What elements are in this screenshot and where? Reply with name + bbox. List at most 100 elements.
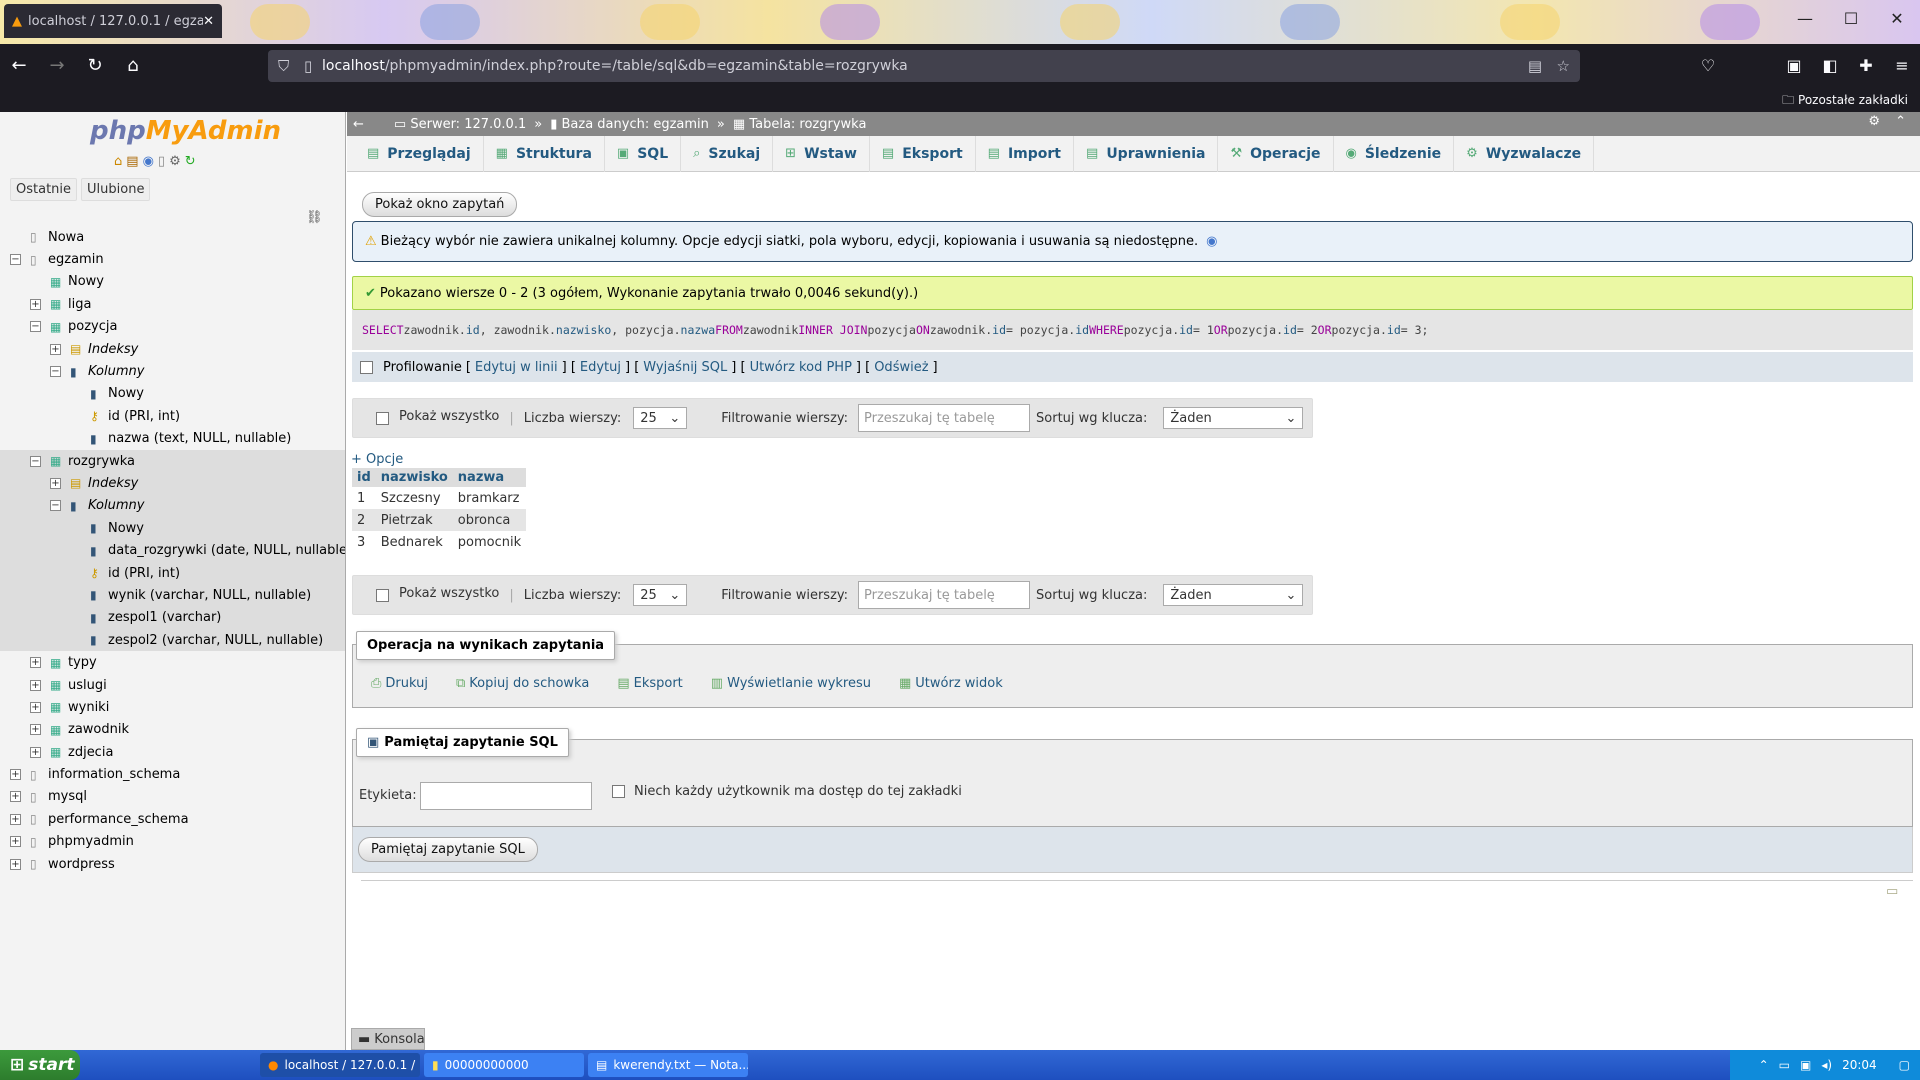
display-chart-link[interactable]: ▥ Wyświetlanie wykresu [711,676,871,691]
minimize-icon[interactable]: — [1782,0,1828,36]
tab-insert[interactable]: ⊞ Wstaw [773,135,870,172]
collapse-top-icon[interactable]: ⌃ [1895,114,1906,129]
expand-icon[interactable]: + [30,679,41,691]
tab-search[interactable]: ⌕ Szukaj [681,135,774,172]
tree-item[interactable]: ▦ Nowy [0,271,345,293]
tree-item[interactable]: ▮ zespol2 (varchar, NULL, nullable) [0,629,345,652]
profiling-checkbox[interactable] [360,360,373,374]
tab-export[interactable]: ▤ Eksport [870,135,976,172]
maximize-icon[interactable]: ☐ [1828,0,1874,36]
tree-item[interactable]: − ▦ rozgrywka [0,449,345,473]
tree-item[interactable]: + ▦ zdjecia [0,741,345,763]
shared-bookmark-checkbox[interactable] [612,785,625,798]
expand-icon[interactable]: + [30,724,41,736]
tree-item[interactable]: + ▦ liga [0,293,345,315]
collapse-icon[interactable]: − [30,455,41,467]
bookmark-label-input[interactable] [420,782,592,810]
tree-item[interactable]: − ▦ pozycja [0,316,345,338]
column-header[interactable]: nazwisko [375,468,453,487]
edit-link[interactable]: Edytuj [580,360,621,375]
shield-icon[interactable]: ⛉ [278,57,289,75]
menu-icon[interactable]: ≡ [1884,56,1920,75]
home-icon[interactable]: ⌂ [114,154,122,169]
taskbar-item-folder[interactable]: ▮ 00000000000 [424,1053,584,1077]
explain-sql-link[interactable]: Wyjaśnij SQL [643,360,727,375]
tab-operations[interactable]: ⚒ Operacje [1218,135,1334,172]
expand-icon[interactable]: + [30,701,41,713]
phpmyadmin-logo[interactable]: phpMyAdmin [90,116,281,146]
breadcrumb-server[interactable]: ▭ Serwer: 127.0.0.1 [394,117,526,132]
copy-to-clipboard-link[interactable]: ⧉ Kopiuj do schowka [456,676,589,691]
start-button[interactable]: ⊞ start [0,1050,80,1080]
tree-item[interactable]: + ▦ typy [0,651,345,673]
tree-item[interactable]: ▮ data_rozgrywki (date, NULL, nullable) [0,539,345,562]
expand-icon[interactable]: + [50,477,61,489]
docs-icon[interactable]: ▯ [158,154,165,169]
create-view-link[interactable]: ▦ Utwórz widok [899,676,1003,691]
logout-icon[interactable]: ▤ [126,154,138,169]
remember-query-button[interactable]: Pamiętaj zapytanie SQL [358,837,538,862]
print-link[interactable]: ⎙ Drukuj [371,676,428,691]
other-bookmarks[interactable]: 🗀 Pozostałe zakładki [1782,91,1908,112]
help-icon[interactable]: ◉ [1206,234,1217,249]
breadcrumb-database[interactable]: ▮ Baza danych: egzamin [550,117,709,132]
pocket-icon[interactable]: ♡ [1690,56,1726,75]
expand-icon[interactable]: + [10,791,21,803]
reload-nav-icon[interactable]: ↻ [185,154,196,169]
collapse-icon[interactable]: − [10,254,21,266]
expand-icon[interactable]: + [30,298,41,310]
link-with-main-icon[interactable]: ⛓ [306,210,323,225]
tree-item[interactable]: + ▦ wyniki [0,696,345,718]
network-icon[interactable]: ▣ [1800,1058,1811,1072]
tree-item[interactable]: − ▮ Kolumny [0,360,345,382]
translate-icon[interactable]: ◧ [1812,56,1848,75]
tab-triggers[interactable]: ⚙ Wyzwalacze [1454,135,1595,172]
tree-item[interactable]: − ▯ egzamin [0,248,345,270]
extensions-icon[interactable]: ✚ [1848,56,1884,75]
tree-item[interactable]: − ▮ Kolumny [0,494,345,518]
settings-icon[interactable]: ⚙ [169,154,181,169]
collapse-icon[interactable]: − [50,500,61,512]
tree-item[interactable]: ▯ Nowa [0,226,345,248]
tree-item[interactable]: + ▦ zawodnik [0,719,345,741]
column-header[interactable]: nazwa [452,468,527,487]
reader-view-icon[interactable]: ▤ [1528,57,1542,75]
tree-item[interactable]: + ▦ uslugi [0,674,345,696]
close-tab-icon[interactable]: ✕ [203,14,214,29]
notifications-icon[interactable]: ▢ [1899,1058,1910,1072]
screenshot-icon[interactable]: ▣ [1776,56,1812,75]
close-window-icon[interactable]: ✕ [1874,0,1920,36]
browser-tab[interactable]: ▲ localhost / 127.0.0.1 / egzamin ✕ [4,4,222,38]
battery-icon[interactable]: ▭ [1779,1058,1790,1072]
refresh-link[interactable]: Odśwież [874,360,928,375]
tab-tracking[interactable]: ◉ Śledzenie [1334,135,1455,172]
rows-select[interactable]: 25 ⌄ [633,407,688,429]
create-php-code-link[interactable]: Utwórz kod PHP [750,360,852,375]
sort-select[interactable]: Żaden ⌄ [1163,407,1304,429]
rows-select[interactable]: 25 ⌄ [633,584,688,606]
forward-icon[interactable]: → [38,49,76,81]
inline-edit-link[interactable]: Edytuj w linii [475,360,558,375]
taskbar-item-firefox[interactable]: ● localhost / 127.0.0.1 / ... [260,1053,420,1077]
taskbar-item-notepad[interactable]: ▤ kwerendy.txt — Nota... [588,1053,748,1077]
tab-favorites[interactable]: Ulubione [81,178,151,201]
tab-browse[interactable]: ▤ Przeglądaj [355,135,484,172]
sort-select[interactable]: Żaden ⌄ [1163,584,1304,606]
reload-icon[interactable]: ↻ [76,49,114,81]
tree-item[interactable]: ⚷ id (PRI, int) [0,405,345,427]
console-toggle[interactable]: ▬ Konsola [351,1028,425,1050]
tab-import[interactable]: ▤ Import [976,135,1075,172]
tab-structure[interactable]: ▦ Struktura [484,135,605,172]
tree-item[interactable]: + ▯ phpmyadmin [0,831,345,853]
expand-icon[interactable]: + [10,858,21,870]
tree-item[interactable]: ▮ wynik (varchar, NULL, nullable) [0,584,345,607]
filter-rows-input[interactable]: Przeszukaj tę tabelę [858,581,1031,609]
column-header[interactable]: id [352,468,376,487]
tab-privileges[interactable]: ▤ Uprawnienia [1074,135,1219,172]
page-settings-icon[interactable]: ▭ [1886,884,1898,899]
tree-item[interactable]: ▮ Nowy [0,383,345,405]
filter-rows-input[interactable]: Przeszukaj tę tabelę [858,404,1031,432]
tree-item[interactable]: + ▤ Indeksy [0,472,345,495]
tree-item[interactable]: + ▤ Indeksy [0,338,345,360]
settings-icon[interactable]: ⚙ [1868,114,1880,129]
